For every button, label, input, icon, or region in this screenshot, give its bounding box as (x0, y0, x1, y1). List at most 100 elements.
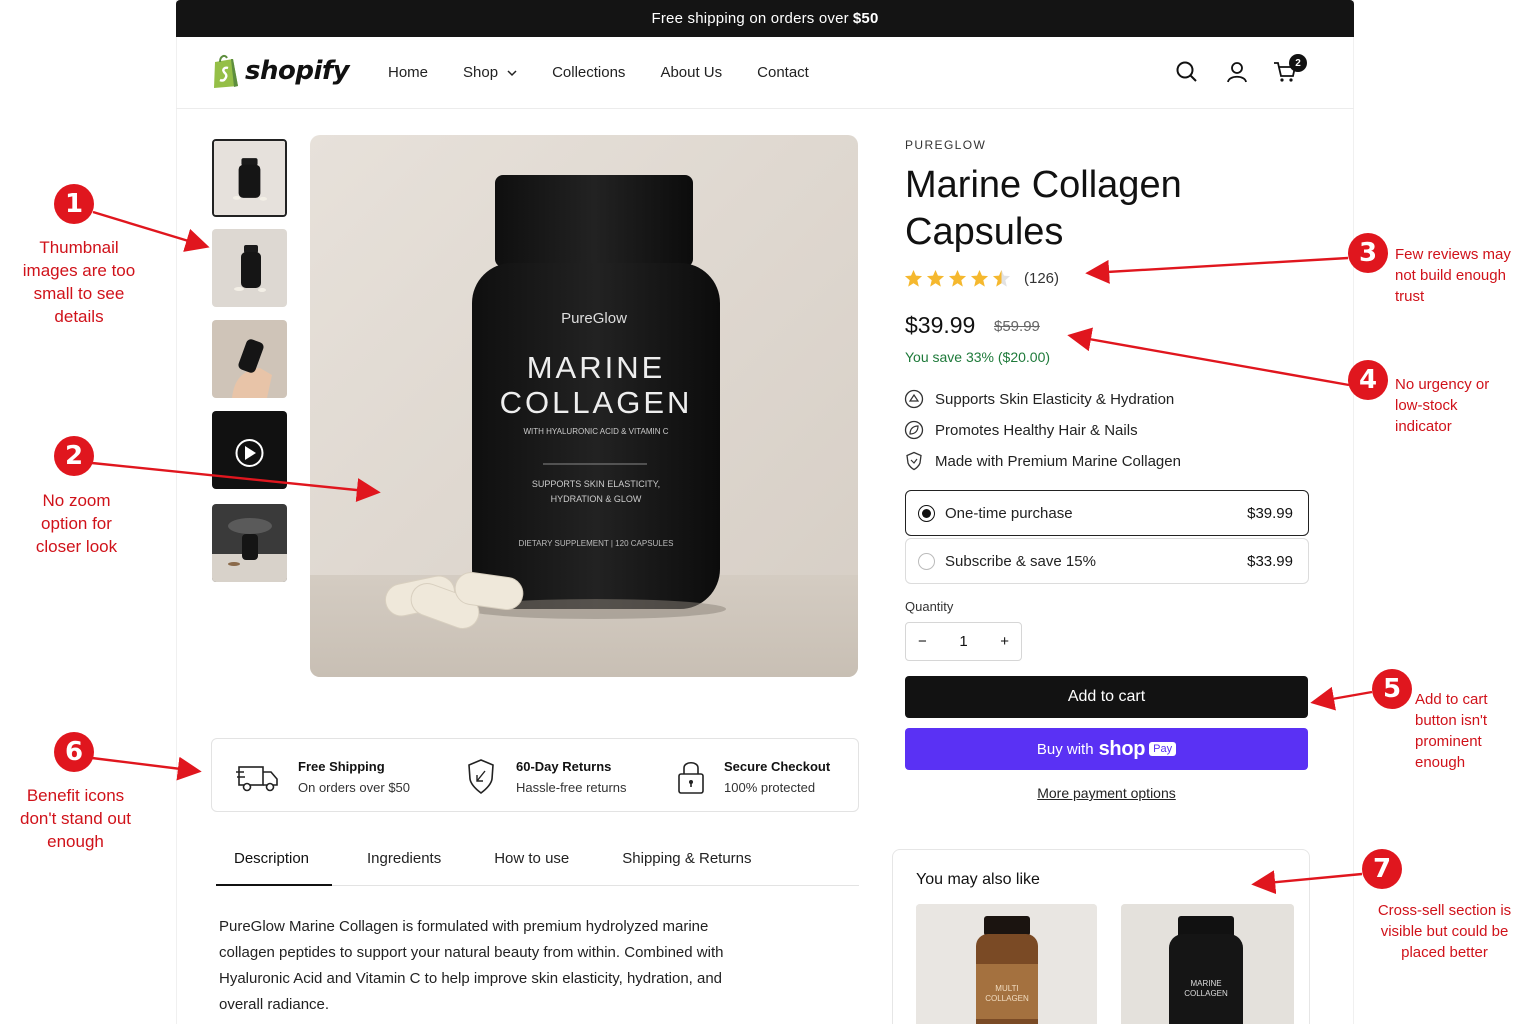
lock-icon (678, 761, 704, 794)
annotation-text-2: No zoom option for closer look (35, 491, 118, 556)
option-label: Subscribe & save 15% (945, 552, 1096, 570)
benefit-returns: 60-Day Returns Hassle-free returns (464, 757, 627, 797)
item-label2: COLLAGEN (985, 994, 1029, 1003)
annotation-badge-7: 7 (1362, 849, 1402, 889)
benefit-title: 60-Day Returns (516, 759, 612, 774)
tab-description[interactable]: Description (216, 844, 332, 886)
store-logo[interactable]: shopify (211, 53, 350, 89)
add-to-cart-button[interactable]: Add to cart (905, 676, 1308, 718)
purchase-option-one-time[interactable]: One-time purchase $39.99 (905, 490, 1309, 536)
nav-shop[interactable]: Shop (463, 64, 517, 81)
annotation-badge-5: 5 (1372, 669, 1412, 709)
account-icon[interactable] (1224, 59, 1250, 85)
star-half-icon (992, 269, 1011, 287)
nav-contact[interactable]: Contact (757, 64, 809, 81)
quantity-decrease-button[interactable]: − (918, 633, 927, 650)
more-payment-options-link[interactable]: More payment options (905, 785, 1308, 801)
rating-stars[interactable]: (126) (904, 269, 1059, 288)
thumbnail-5[interactable] (212, 504, 287, 582)
option-label: One-time purchase (945, 504, 1073, 522)
product-price: $39.99 (905, 312, 976, 338)
thumbnail-3[interactable] (212, 320, 287, 398)
main-product-image[interactable]: PureGlow MARINE COLLAGEN WITH HYALURONIC… (310, 135, 858, 677)
star-full-icon (970, 269, 989, 287)
pay-badge: Pay (1149, 742, 1177, 756)
main-nav: Home Shop Collections About Us Contact (388, 64, 844, 81)
product-bottle-illustration: PureGlow MARINE COLLAGEN WITH HYALURONIC… (310, 135, 858, 677)
buy-with-label: Buy with (1036, 740, 1094, 758)
thumbnail-bottle-dark-scene (212, 504, 287, 582)
purchase-option-subscribe[interactable]: Subscribe & save 15% $33.99 (905, 538, 1309, 584)
announcement-highlight: $50 (852, 10, 879, 27)
item-label1: MARINE (1190, 979, 1221, 988)
description-text: PureGlow Marine Collagen is formulated w… (219, 918, 724, 1013)
annotation-text-5: Add to cart button isn't prominent enough (1415, 691, 1488, 771)
annotation-badge-2: 2 (54, 436, 94, 476)
shop-pay-button[interactable]: Buy with shop Pay (905, 728, 1308, 770)
thumbnail-1[interactable] (212, 139, 287, 217)
review-count[interactable]: (126) (1024, 270, 1059, 287)
nav-collections[interactable]: Collections (552, 64, 625, 81)
quantity-stepper: − 1 + (905, 622, 1022, 661)
shield-icon (906, 451, 922, 471)
benefit-secure-checkout: Secure Checkout 100% protected (676, 757, 830, 797)
nav-shop-label: Shop (463, 64, 499, 81)
shop-wordmark: shop (1098, 737, 1146, 760)
cross-sell-section: You may also like MULTI COLLAGEN MARINE CO… (892, 849, 1310, 1024)
thumbnail-4-video[interactable] (212, 411, 287, 489)
radio-unselected[interactable] (918, 552, 935, 570)
quantity-label: Quantity (905, 599, 954, 614)
jar-claim2-text: HYDRATION & GLOW (551, 494, 642, 504)
cross-sell-title: You may also like (916, 871, 1040, 888)
benefit-subtitle: On orders over $50 (298, 780, 411, 795)
truck-icon (236, 766, 278, 792)
nav-collections-label: Collections (552, 64, 626, 81)
quantity-increase-button[interactable]: + (1000, 633, 1009, 650)
logo-wordmark: shopify (245, 56, 350, 86)
nav-home[interactable]: Home (388, 64, 428, 81)
search-icon[interactable] (1174, 59, 1200, 85)
benefits-bar: Free Shipping On orders over $50 60-Day … (211, 738, 859, 812)
star-full-icon (948, 269, 967, 287)
shopify-bag-icon (214, 54, 238, 88)
nav-contact-label: Contact (757, 64, 809, 81)
cross-sell-item-2[interactable]: MARINE COLLAGEN (1121, 904, 1294, 1024)
benefit-subtitle: Hassle-free returns (516, 780, 627, 795)
thumbnail-2[interactable] (212, 229, 287, 307)
savings-text: You save 33% ($20.00) (905, 349, 1051, 365)
tab-how-to-use[interactable]: How to use (476, 844, 587, 885)
benefit-label: Supports Skin Elasticity & Hydration (935, 390, 1175, 408)
site-header: shopify Home Shop Collections About Us C… (176, 37, 1354, 109)
tab-ingredients[interactable]: Ingredients (349, 844, 459, 885)
annotation-badge-4: 4 (1348, 360, 1388, 400)
nav-about-label: About Us (660, 64, 723, 81)
benefit-title: Secure Checkout (724, 759, 831, 774)
thumbnail-bottle-angle (212, 229, 287, 307)
shield-return-icon (468, 759, 494, 795)
benefit-subtitle: 100% protected (724, 780, 816, 795)
announcement-bar: Free shipping on orders over $50 (176, 0, 1354, 37)
product-title: Marine Collagen Capsules (905, 164, 1182, 253)
quantity-value[interactable]: 1 (959, 633, 967, 650)
benefit-free-shipping: Free Shipping On orders over $50 (236, 757, 410, 797)
annotation-text-4: No urgency or low-stock indicator (1395, 376, 1490, 435)
jar-line1-text: MARINE (527, 350, 666, 385)
sparkle-badge-icon (904, 389, 924, 409)
nav-about[interactable]: About Us (660, 64, 722, 81)
product-brand: PUREGLOW (905, 138, 987, 152)
jar-sub-text: WITH HYALURONIC ACID & VITAMIN C (523, 427, 668, 436)
tab-shipping-returns[interactable]: Shipping & Returns (604, 844, 769, 885)
star-full-icon (904, 269, 923, 287)
annotation-text-6: Benefit icons don't stand out enough (20, 786, 131, 851)
cross-sell-item-1[interactable]: MULTI COLLAGEN (916, 904, 1097, 1024)
annotation-badge-6: 6 (54, 732, 94, 772)
annotation-text-3: Few reviews may not build enough trust (1395, 246, 1511, 305)
radio-selected[interactable] (918, 504, 935, 522)
thumbnail-bottle-front (214, 141, 285, 215)
thumbnail-bottle-in-hand (212, 320, 287, 398)
amber-bottle-image: MULTICOLLAGEN (916, 904, 1097, 1024)
benefit-title: Free Shipping (298, 759, 385, 774)
item-label1: MULTI (995, 984, 1018, 993)
item-label2: COLLAGEN (1184, 989, 1228, 998)
benefit-label: Made with Premium Marine Collagen (935, 452, 1181, 470)
